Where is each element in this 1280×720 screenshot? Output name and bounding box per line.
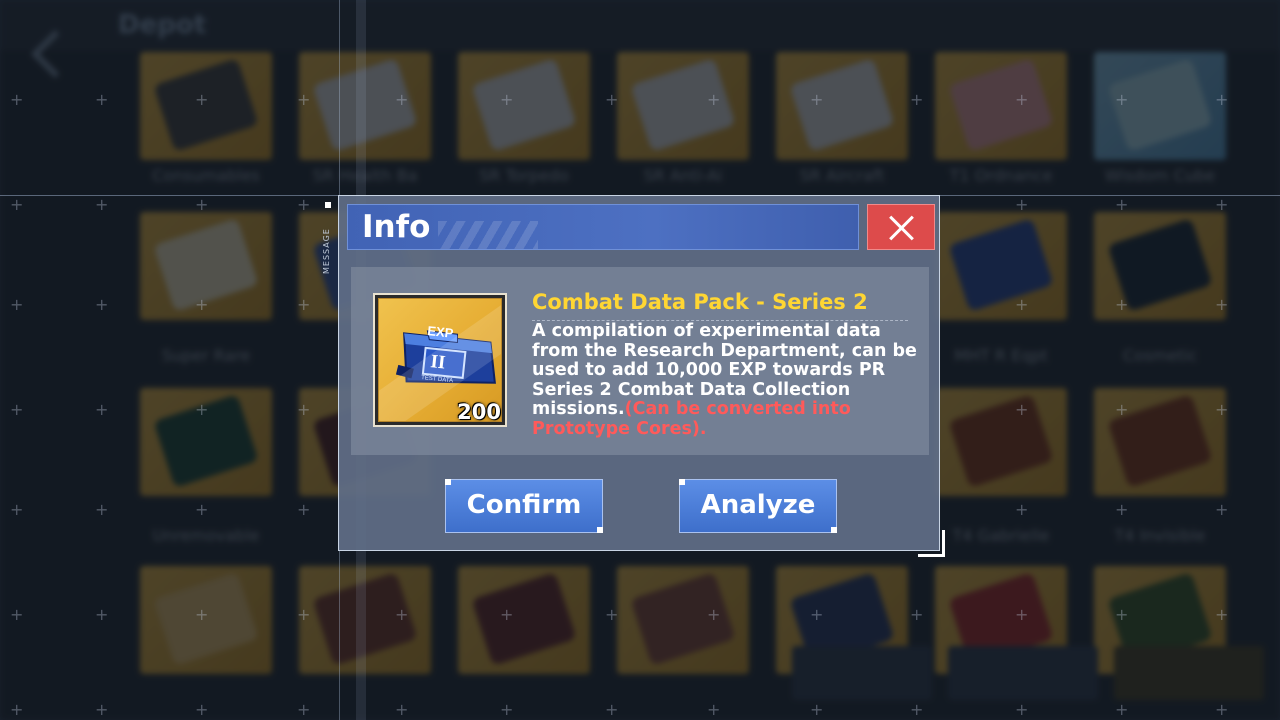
hud-plus-icon: + [910,605,924,624]
message-tag: MESSAGE [322,228,331,274]
hud-plus-icon: + [707,700,721,719]
button-corner [445,479,451,485]
hud-plus-icon: + [95,700,109,719]
hud-plus-icon: + [1215,90,1229,109]
hud-plus-icon: + [707,605,721,624]
hud-plus-icon: + [1115,700,1129,719]
hud-plus-icon: + [395,700,409,719]
item-icon-frame: EXP II TEST DATA 200 [373,293,507,427]
hud-plus-icon: + [1115,295,1129,314]
hud-plus-icon: + [195,295,209,314]
analyze-button[interactable]: Analyze [679,479,837,533]
hud-plus-icon: + [1115,500,1129,519]
dialog-header: Info [347,204,859,250]
hud-plus-icon: + [810,700,824,719]
hud-plus-icon: + [10,500,24,519]
hud-plus-icon: + [195,605,209,624]
hud-plus-icon: + [297,700,311,719]
hud-plus-icon: + [605,605,619,624]
hud-plus-icon: + [910,700,924,719]
hud-plus-icon: + [810,605,824,624]
hud-plus-icon: + [810,90,824,109]
svg-text:EXP: EXP [427,323,455,341]
hud-plus-icon: + [10,90,24,109]
hud-plus-icon: + [1015,295,1029,314]
info-dialog: Info EXP II TEST DATA 200 Combat Data Pa… [338,195,940,551]
hud-plus-icon: + [297,90,311,109]
hud-plus-icon: + [1215,700,1229,719]
item-info-panel: EXP II TEST DATA 200 Combat Data Pack - … [351,267,929,455]
message-marker [325,202,331,208]
hud-plus-icon: + [10,400,24,419]
hud-plus-icon: + [195,400,209,419]
hud-plus-icon: + [1215,605,1229,624]
dialog-title: Info [362,209,431,245]
hud-plus-icon: + [95,295,109,314]
hud-plus-icon: + [95,195,109,214]
hud-plus-icon: + [10,605,24,624]
hud-plus-icon: + [1015,400,1029,419]
hud-plus-icon: + [395,605,409,624]
hud-plus-icon: + [1215,400,1229,419]
hud-plus-icon: + [1215,195,1229,214]
hud-plus-icon: + [1015,605,1029,624]
hud-plus-icon: + [195,700,209,719]
hud-plus-icon: + [95,400,109,419]
close-button[interactable] [867,204,935,250]
button-corner [679,479,685,485]
hud-plus-icon: + [10,195,24,214]
analyze-button-label: Analyze [700,490,816,520]
hud-plus-icon: + [1115,400,1129,419]
hud-plus-icon: + [395,90,409,109]
hud-plus-icon: + [1015,90,1029,109]
svg-text:II: II [429,351,446,373]
header-stripes [438,221,538,249]
item-name: Combat Data Pack - Series 2 [532,290,868,314]
hud-plus-icon: + [605,700,619,719]
hud-plus-icon: + [297,500,311,519]
hud-plus-icon: + [910,90,924,109]
hud-plus-icon: + [95,500,109,519]
button-corner [597,527,603,533]
hud-plus-icon: + [605,90,619,109]
dialog-corner-accent [918,530,945,557]
confirm-button-label: Confirm [466,490,582,520]
hud-plus-icon: + [1215,295,1229,314]
hud-plus-icon: + [1015,500,1029,519]
hud-plus-icon: + [1215,500,1229,519]
hud-plus-icon: + [297,605,311,624]
hud-plus-icon: + [95,605,109,624]
hud-plus-icon: + [500,605,514,624]
hud-plus-icon: + [95,90,109,109]
hud-plus-icon: + [1115,90,1129,109]
hud-plus-icon: + [10,295,24,314]
hud-plus-icon: + [297,400,311,419]
hud-plus-icon: + [195,500,209,519]
hud-plus-icon: + [297,195,311,214]
hud-plus-icon: + [195,195,209,214]
confirm-button[interactable]: Confirm [445,479,603,533]
hud-plus-icon: + [1015,195,1029,214]
item-quantity: 200 [457,400,501,424]
hud-plus-icon: + [297,295,311,314]
svg-text:TEST DATA: TEST DATA [421,375,453,384]
hud-plus-icon: + [10,700,24,719]
item-description: A compilation of experimental data from … [532,321,917,440]
hud-plus-icon: + [1115,605,1129,624]
hud-plus-icon: + [195,90,209,109]
button-corner [831,527,837,533]
hud-plus-icon: + [1015,700,1029,719]
hud-plus-icon: + [1115,195,1129,214]
hud-plus-icon: + [707,90,721,109]
hud-plus-icon: + [500,90,514,109]
hud-plus-icon: + [500,700,514,719]
